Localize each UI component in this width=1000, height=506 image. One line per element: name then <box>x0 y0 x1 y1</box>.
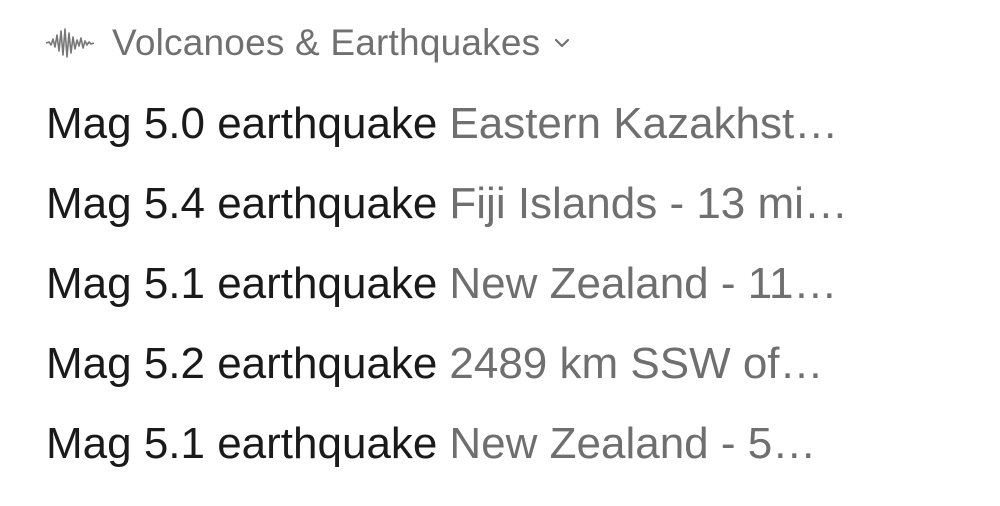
chevron-down-icon[interactable] <box>554 37 570 49</box>
earthquake-list: Mag 5.0 earthquake Eastern Kazakhst… Mag… <box>46 84 966 484</box>
earthquake-location: New Zealand - 5… <box>449 419 817 468</box>
earthquake-magnitude-title: Mag 5.1 earthquake <box>46 419 438 468</box>
earthquake-magnitude-title: Mag 5.2 earthquake <box>46 339 438 388</box>
earthquake-list-item[interactable]: Mag 5.0 earthquake Eastern Kazakhst… <box>46 84 966 164</box>
earthquake-location: New Zealand - 11… <box>449 259 838 308</box>
earthquake-list-item[interactable]: Mag 5.4 earthquake Fiji Islands - 13 mi… <box>46 164 966 244</box>
earthquake-location: 2489 km SSW of… <box>449 339 824 388</box>
earthquake-list-item[interactable]: Mag 5.2 earthquake 2489 km SSW of… <box>46 324 966 404</box>
widget-title: Volcanoes & Earthquakes <box>112 22 541 63</box>
earthquake-list-item[interactable]: Mag 5.1 earthquake New Zealand - 11… <box>46 244 966 324</box>
earthquake-magnitude-title: Mag 5.0 earthquake <box>46 99 438 148</box>
earthquake-location: Fiji Islands - 13 mi… <box>449 179 848 228</box>
earthquake-list-item[interactable]: Mag 5.1 earthquake New Zealand - 5… <box>46 404 966 484</box>
seismograph-wave-icon <box>46 25 94 61</box>
earthquake-widget: Volcanoes & Earthquakes Mag 5.0 earthqua… <box>46 14 966 484</box>
widget-header[interactable]: Volcanoes & Earthquakes <box>46 14 966 72</box>
earthquake-location: Eastern Kazakhst… <box>449 99 839 148</box>
earthquake-magnitude-title: Mag 5.4 earthquake <box>46 179 438 228</box>
earthquake-magnitude-title: Mag 5.1 earthquake <box>46 259 438 308</box>
